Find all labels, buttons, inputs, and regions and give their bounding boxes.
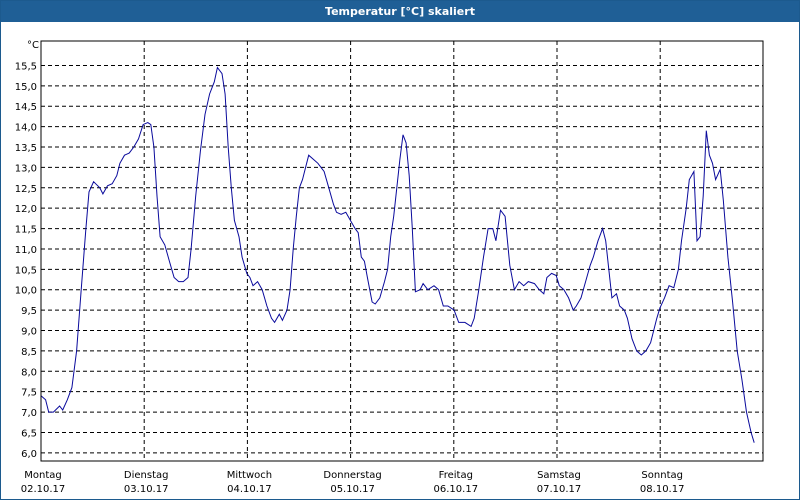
x-tick-weekday: Dienstag xyxy=(124,470,169,481)
x-tick-date: 06.10.17 xyxy=(434,484,479,495)
y-tick-label: 8,5 xyxy=(21,347,37,358)
y-tick-label: 11,5 xyxy=(15,225,37,236)
x-tick-date: 03.10.17 xyxy=(124,484,169,495)
y-tick-label: 8,0 xyxy=(21,367,37,378)
y-tick-label: 7,5 xyxy=(21,388,37,399)
x-tick-date: 05.10.17 xyxy=(330,484,375,495)
x-tick-date: 07.10.17 xyxy=(537,484,582,495)
x-tick-weekday: Samstag xyxy=(537,470,581,481)
y-tick-label: 12,0 xyxy=(15,204,37,215)
y-tick-label: 15,5 xyxy=(15,61,37,72)
x-tick-weekday: Mittwoch xyxy=(227,470,272,481)
temperature-chart: 6,0 6,5 7,0 7,5 8,0 8,5 9,0 9,5 10,0 10,5 11,0 11,5… xyxy=(15,40,764,495)
x-tick-weekday: Donnerstag xyxy=(323,470,381,481)
plot-area-frame xyxy=(40,40,764,462)
x-tick-date: 04.10.17 xyxy=(227,484,272,495)
grid xyxy=(41,41,763,461)
y-tick-label: 10,0 xyxy=(15,286,37,297)
y-tick-label: 9,5 xyxy=(21,306,37,317)
y-tick-label: 7,0 xyxy=(21,408,37,419)
y-tick-label: 14,0 xyxy=(15,123,37,134)
y-axis-unit-label: °C xyxy=(27,40,39,51)
y-axis-ticks: 6,0 6,5 7,0 7,5 8,0 8,5 9,0 9,5 10,0 10,5 11,0 11,5… xyxy=(15,61,37,459)
x-tick-date: 02.10.17 xyxy=(21,484,66,495)
x-tick-date: 08.10.17 xyxy=(640,484,685,495)
temperature-series-line xyxy=(40,66,755,443)
y-tick-label: 12,5 xyxy=(15,184,37,195)
x-tick-weekday: Sonntag xyxy=(641,470,683,481)
x-tick-weekday: Freitag xyxy=(439,470,473,481)
y-tick-label: 11,0 xyxy=(15,245,37,256)
y-tick-label: 9,0 xyxy=(21,327,37,338)
y-tick-label: 15,0 xyxy=(15,82,37,93)
window-title: Temperatur [°C] skaliert xyxy=(1,1,799,22)
x-axis-ticks: Montag 02.10.17 Dienstag 03.10.17 Mittwoch 04… xyxy=(21,470,685,495)
y-tick-label: 13,0 xyxy=(15,163,37,174)
x-tick-weekday: Montag xyxy=(24,470,61,481)
y-tick-label: 6,5 xyxy=(21,428,37,439)
y-tick-label: 13,5 xyxy=(15,143,37,154)
y-tick-label: 14,5 xyxy=(15,102,37,113)
chart-window: Temperatur [°C] skaliert 6,0 6,5 7,0 7,5 8,0… xyxy=(0,0,800,500)
y-tick-label: 6,0 xyxy=(21,449,37,460)
y-tick-label: 10,5 xyxy=(15,265,37,276)
